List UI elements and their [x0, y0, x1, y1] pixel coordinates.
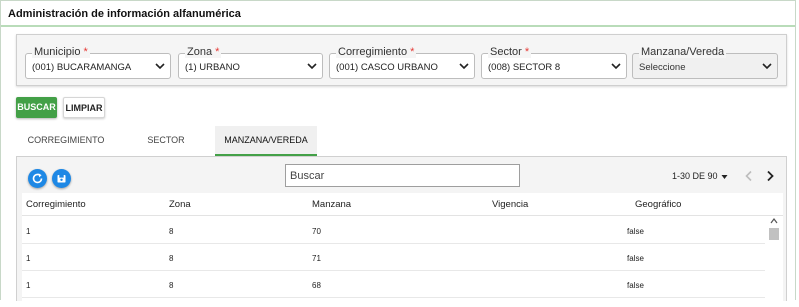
- column-header-corregimiento[interactable]: Corregimiento: [26, 199, 86, 210]
- tab-manzana-vereda[interactable]: MANZANA/VEREDA: [215, 126, 317, 156]
- data-grid: Corregimiento Zona Manzana Vigencia Geog…: [22, 193, 783, 303]
- municipio-select[interactable]: Municipio * (001) BUCARAMANGA: [25, 46, 171, 79]
- refresh-icon: [32, 173, 43, 184]
- manzana-vereda-select[interactable]: Manzana/Vereda Seleccione: [632, 46, 778, 79]
- cell-manzana: 70: [312, 227, 321, 236]
- municipio-label: Municipio *: [32, 46, 90, 58]
- results-table-card: 1-30 DE 90 Corregimiento Zona Manzana Vi…: [16, 156, 787, 303]
- cell-zona: 8: [169, 254, 174, 263]
- panel-title: Administración de información alfanuméri…: [1, 1, 795, 27]
- tab-corregimiento[interactable]: CORREGIMIENTO: [16, 126, 116, 156]
- cell-zona: 8: [169, 227, 174, 236]
- chevron-down-icon: [155, 63, 165, 70]
- table-search-input[interactable]: [285, 164, 520, 187]
- sector-label: Sector *: [488, 46, 532, 58]
- chevron-down-icon: [307, 63, 317, 70]
- clear-button[interactable]: LIMPIAR: [63, 97, 105, 118]
- zona-label: Zona *: [185, 46, 222, 58]
- table-row[interactable]: 1 8 71 false: [22, 244, 765, 271]
- cell-manzana: 68: [312, 281, 321, 290]
- tab-sector[interactable]: SECTOR: [116, 126, 216, 156]
- table-row[interactable]: 1 8 68 false: [22, 271, 765, 298]
- chevron-down-icon: [762, 63, 772, 70]
- scrollbar-thumb[interactable]: [769, 228, 779, 240]
- filters-bar: Municipio * (001) BUCARAMANGA Zona * (1)…: [16, 34, 787, 86]
- save-icon: [57, 175, 66, 183]
- cell-zona: 8: [169, 281, 174, 290]
- manzana-vereda-label: Manzana/Vereda: [639, 46, 727, 58]
- scroll-up-icon[interactable]: [770, 217, 778, 225]
- previous-page-icon[interactable]: [744, 170, 754, 182]
- corregimiento-label: Corregimiento *: [336, 46, 417, 58]
- column-header-zona[interactable]: Zona: [169, 199, 191, 210]
- table-header-row: Corregimiento Zona Manzana Vigencia Geog…: [22, 193, 783, 216]
- cell-geografico: false: [627, 254, 644, 263]
- cell-corregimiento: 1: [26, 281, 31, 290]
- zona-value: (1) URBANO: [185, 62, 240, 73]
- cell-geografico: false: [627, 227, 644, 236]
- table-row[interactable]: 1 8 70 false: [22, 217, 765, 244]
- next-page-icon[interactable]: [765, 170, 775, 182]
- corregimiento-select[interactable]: Corregimiento * (001) CASCO URBANO: [329, 46, 475, 79]
- municipio-value: (001) BUCARAMANGA: [32, 62, 132, 73]
- sector-value: (008) SECTOR 8: [488, 62, 561, 73]
- corregimiento-value: (001) CASCO URBANO: [336, 62, 438, 73]
- search-button[interactable]: BUSCAR: [16, 97, 57, 118]
- column-header-manzana[interactable]: Manzana: [312, 199, 351, 210]
- pagination-dropdown[interactable]: 1-30 DE 90: [672, 171, 728, 181]
- column-header-geografico[interactable]: Geográfico: [635, 199, 681, 210]
- refresh-button[interactable]: [28, 169, 47, 188]
- cell-corregimiento: 1: [26, 254, 31, 263]
- cell-manzana: 71: [312, 254, 321, 263]
- main-panel: Administración de información alfanuméri…: [0, 0, 796, 303]
- manzana-vereda-value: Seleccione: [639, 62, 686, 73]
- vertical-scrollbar[interactable]: [769, 217, 779, 307]
- chevron-down-icon: [611, 63, 621, 70]
- pagination-label: 1-30 DE 90: [671, 171, 718, 181]
- sector-select[interactable]: Sector * (008) SECTOR 8: [481, 46, 627, 79]
- chevron-down-icon: [459, 63, 469, 70]
- cell-corregimiento: 1: [26, 227, 31, 236]
- save-button[interactable]: [52, 169, 71, 188]
- caret-down-icon: [721, 174, 728, 179]
- zona-select[interactable]: Zona * (1) URBANO: [178, 46, 323, 79]
- cell-geografico: false: [627, 281, 644, 290]
- column-header-vigencia[interactable]: Vigencia: [492, 199, 528, 210]
